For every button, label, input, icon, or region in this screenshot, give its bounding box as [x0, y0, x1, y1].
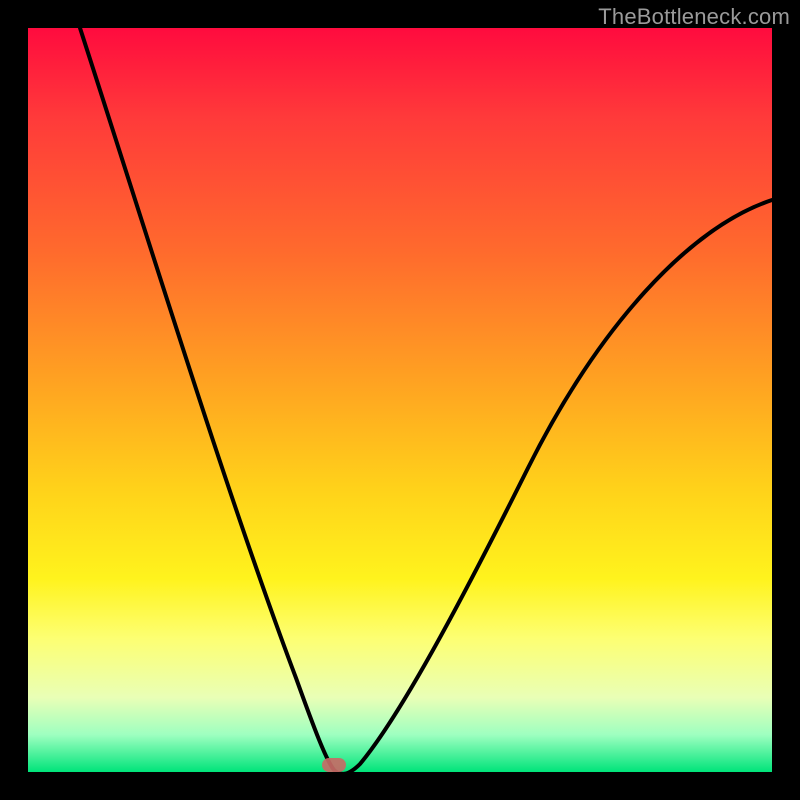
- watermark-text: TheBottleneck.com: [598, 4, 790, 30]
- chart-frame: TheBottleneck.com: [0, 0, 800, 800]
- bottleneck-curve: [28, 28, 772, 772]
- optimum-marker: [322, 758, 346, 772]
- curve-path: [80, 28, 772, 774]
